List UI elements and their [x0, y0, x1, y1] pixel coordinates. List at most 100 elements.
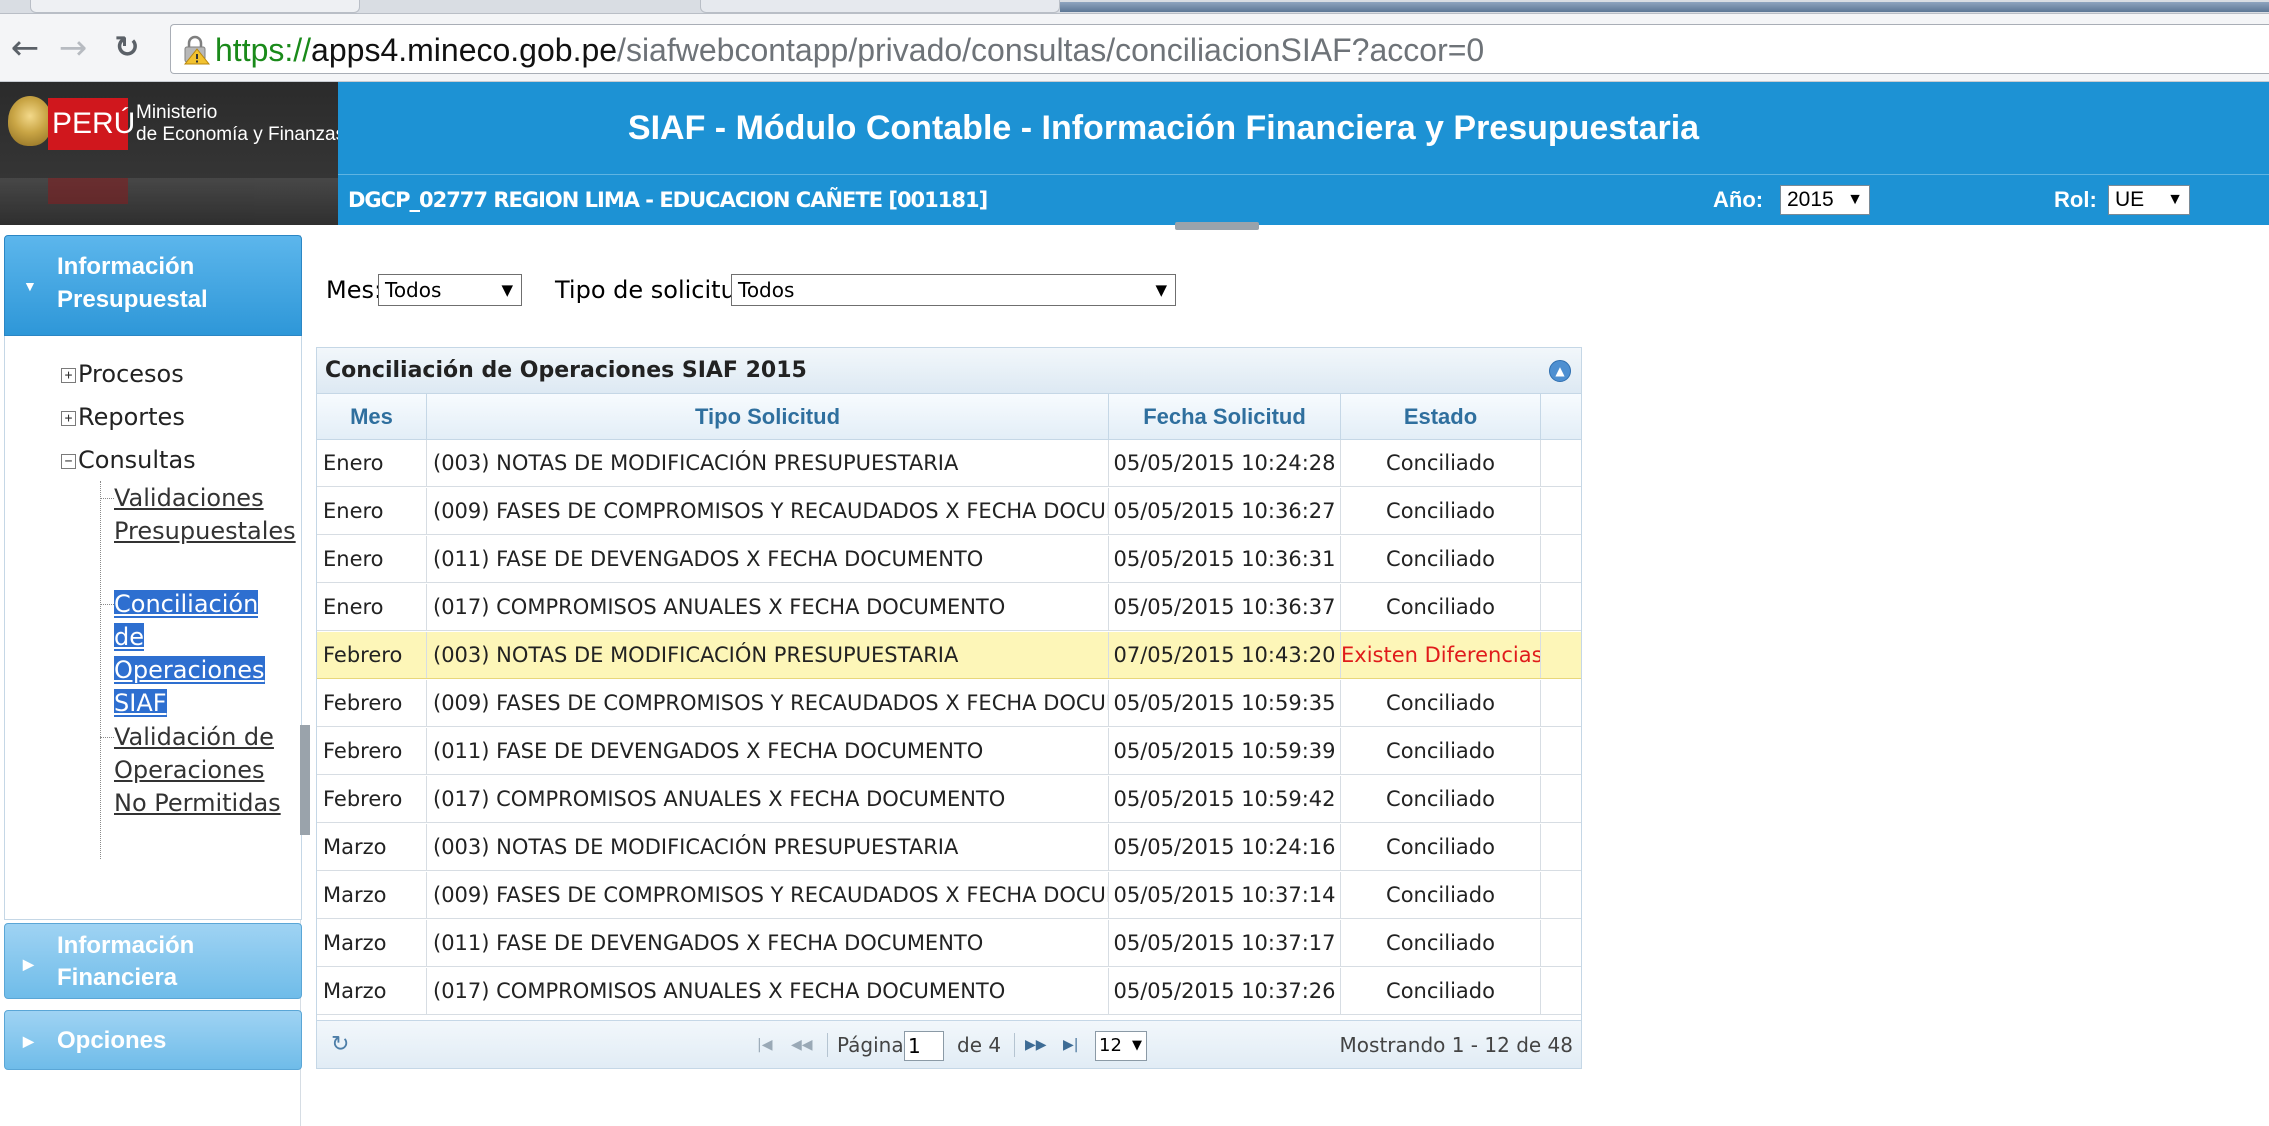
- table-row[interactable]: Marzo (017) COMPROMISOS ANUALES X FECHA D…: [317, 968, 1581, 1015]
- cell-fecha-solicitud: 05/05/2015 10:24:28: [1109, 440, 1341, 486]
- collapse-grid-icon[interactable]: ▲: [1549, 360, 1571, 382]
- cell-fecha-solicitud: 05/05/2015 10:59:35: [1109, 680, 1341, 726]
- url-scheme: https://: [215, 32, 312, 68]
- mes-select[interactable]: Todos ▼: [378, 274, 522, 306]
- cell-fecha-solicitud: 05/05/2015 10:36:27: [1109, 488, 1341, 534]
- table-row[interactable]: Febrero (003) NOTAS DE MODIFICACIÓN PRESU…: [317, 632, 1581, 679]
- cell-estado: Conciliado: [1341, 680, 1541, 726]
- grid-caption: Conciliación de Operaciones SIAF 2015 ▲: [317, 348, 1581, 394]
- tree-connector-line: [100, 498, 114, 499]
- logo-economia-text: de Economía y Finanzas: [136, 124, 338, 145]
- cell-fecha-solicitud: 05/05/2015 10:36:37: [1109, 584, 1341, 630]
- cell-mes: Marzo: [317, 920, 427, 966]
- cell-mes: Enero: [317, 536, 427, 582]
- first-page-icon[interactable]: |◀: [757, 1021, 772, 1069]
- dropdown-arrow-icon: ▼: [1155, 281, 1167, 299]
- cell-fecha-solicitud: 05/05/2015 10:37:26: [1109, 968, 1341, 1014]
- cell-estado: Conciliado: [1341, 776, 1541, 822]
- url-input[interactable]: https://apps4.mineco.gob.pe/siafwebconta…: [170, 24, 2269, 74]
- tree-node-consultas[interactable]: − Consultas: [61, 444, 196, 477]
- cell-fecha-solicitud: 05/05/2015 10:37:14: [1109, 872, 1341, 918]
- table-row[interactable]: Enero (017) COMPROMISOS ANUALES X FECHA D…: [317, 584, 1581, 631]
- browser-tab-bar-fill: [1060, 2, 2269, 12]
- tree-link-conciliacion-operaciones-siaf[interactable]: Conciliación de Operaciones SIAF: [114, 588, 294, 720]
- lock-warning-icon: [183, 35, 211, 65]
- browser-tab[interactable]: [700, 0, 1060, 13]
- sidebar-scrollbar[interactable]: [300, 725, 310, 835]
- expand-plus-icon[interactable]: +: [61, 411, 76, 426]
- tree-node-procesos[interactable]: + Procesos: [61, 358, 184, 391]
- tree-link-validacion-operaciones-no-permitidas[interactable]: Validación de Operaciones No Permitidas: [114, 721, 304, 820]
- page-total-label: de 4: [957, 1033, 1002, 1057]
- url-host: apps4.mineco.gob.pe: [311, 32, 618, 68]
- tree-link-validaciones-presupuestales[interactable]: Validaciones Presupuestales: [114, 482, 304, 548]
- column-header-fecha-solicitud[interactable]: Fecha Solicitud: [1109, 394, 1341, 440]
- tree-connector-line: [100, 737, 114, 738]
- cell-mes: Febrero: [317, 776, 427, 822]
- logo-ministerio-text: Ministerio: [136, 102, 218, 123]
- logo-reflection: [0, 178, 338, 225]
- previous-page-icon[interactable]: ◀◀: [791, 1021, 813, 1069]
- cell-mes: Marzo: [317, 968, 427, 1014]
- year-select[interactable]: 2015 ▼: [1780, 185, 1870, 215]
- refresh-icon[interactable]: ↻: [331, 1021, 349, 1069]
- table-row[interactable]: Marzo (011) FASE DE DEVENGADOS X FECHA DO…: [317, 920, 1581, 967]
- tipo-solicitud-select[interactable]: Todos ▼: [731, 274, 1176, 306]
- column-header-estado[interactable]: Estado: [1341, 394, 1541, 440]
- back-arrow-icon[interactable]: ←: [8, 31, 42, 65]
- table-row[interactable]: Enero (003) NOTAS DE MODIFICACIÓN PRESUPU…: [317, 440, 1581, 487]
- table-row[interactable]: Febrero (011) FASE DE DEVENGADOS X FECHA …: [317, 728, 1581, 775]
- dropdown-arrow-icon: ▼: [501, 281, 513, 299]
- browser-tab[interactable]: [30, 0, 360, 13]
- cell-mes: Marzo: [317, 872, 427, 918]
- cell-mes: Enero: [317, 488, 427, 534]
- pager-separator: [827, 1033, 828, 1057]
- tipo-solicitud-label: Tipo de solicitud:: [555, 276, 760, 304]
- sidebar-section-informacion-financiera[interactable]: ▶ Información Financiera: [4, 923, 302, 999]
- cell-tipo-solicitud: (011) FASE DE DEVENGADOS X FECHA DOCUMEN…: [427, 728, 1109, 774]
- table-row[interactable]: Marzo (003) NOTAS DE MODIFICACIÓN PRESUPU…: [317, 824, 1581, 871]
- column-header-mes[interactable]: Mes: [317, 394, 427, 440]
- next-page-icon[interactable]: ▶▶: [1025, 1021, 1047, 1069]
- sidebar-section-informacion-presupuestal[interactable]: ▼ Información Presupuestal: [4, 235, 302, 336]
- pager-separator: [1014, 1033, 1015, 1057]
- tree-node-reportes[interactable]: + Reportes: [61, 401, 185, 434]
- collapse-minus-icon[interactable]: −: [61, 454, 76, 469]
- role-select[interactable]: UE ▼: [2108, 185, 2190, 215]
- sidebar-section-opciones[interactable]: ▶ Opciones: [4, 1010, 302, 1070]
- cell-fecha-solicitud: 05/05/2015 10:37:17: [1109, 920, 1341, 966]
- cell-tipo-solicitud: (011) FASE DE DEVENGADOS X FECHA DOCUMEN…: [427, 536, 1109, 582]
- column-header-tipo-solicitud[interactable]: Tipo Solicitud: [427, 394, 1109, 440]
- browser-tab-strip: [0, 0, 2269, 14]
- cell-estado: Conciliado: [1341, 824, 1541, 870]
- cell-estado: Conciliado: [1341, 872, 1541, 918]
- triangle-right-icon: ▶: [23, 956, 34, 972]
- tree-node-label: Consultas: [78, 446, 196, 474]
- table-row[interactable]: Febrero (017) COMPROMISOS ANUALES X FECHA…: [317, 776, 1581, 823]
- sidebar-section-label: Información: [57, 253, 195, 280]
- logo-peru-text: PERÚ: [52, 107, 136, 140]
- page-number-input[interactable]: 1: [904, 1031, 944, 1061]
- cell-tipo-solicitud: (009) FASES DE COMPROMISOS Y RECAUDADOS …: [427, 488, 1109, 534]
- rows-per-page-select[interactable]: 12 ▼: [1095, 1031, 1147, 1061]
- header-subbar: DGCP_02777 REGION LIMA - EDUCACION CAÑET…: [338, 174, 2269, 225]
- table-row[interactable]: Febrero (009) FASES DE COMPROMISOS Y RECA…: [317, 680, 1581, 727]
- sidebar-section-label: Opciones: [57, 1027, 167, 1054]
- cell-estado: Conciliado: [1341, 440, 1541, 486]
- tree-node-label: Procesos: [78, 360, 184, 388]
- expand-plus-icon[interactable]: +: [61, 368, 76, 383]
- cell-mes: Febrero: [317, 680, 427, 726]
- cell-estado: Conciliado: [1341, 488, 1541, 534]
- table-row[interactable]: Enero (011) FASE DE DEVENGADOS X FECHA DO…: [317, 536, 1581, 583]
- cell-estado: Existen Diferencias: [1341, 632, 1541, 678]
- cell-mes: Marzo: [317, 824, 427, 870]
- table-row[interactable]: Enero (009) FASES DE COMPROMISOS Y RECAUD…: [317, 488, 1581, 535]
- layout-splitter-handle[interactable]: [1175, 222, 1259, 230]
- last-page-icon[interactable]: ▶|: [1063, 1021, 1078, 1069]
- cell-tipo-solicitud: (009) FASES DE COMPROMISOS Y RECAUDADOS …: [427, 872, 1109, 918]
- reload-icon[interactable]: ↻: [110, 33, 144, 64]
- entity-label: DGCP_02777 REGION LIMA - EDUCACION CAÑET…: [348, 188, 988, 212]
- table-row[interactable]: Marzo (009) FASES DE COMPROMISOS Y RECAUD…: [317, 872, 1581, 919]
- app-title: SIAF - Módulo Contable - Información Fin…: [627, 109, 1700, 147]
- forward-arrow-icon[interactable]: →: [56, 31, 90, 65]
